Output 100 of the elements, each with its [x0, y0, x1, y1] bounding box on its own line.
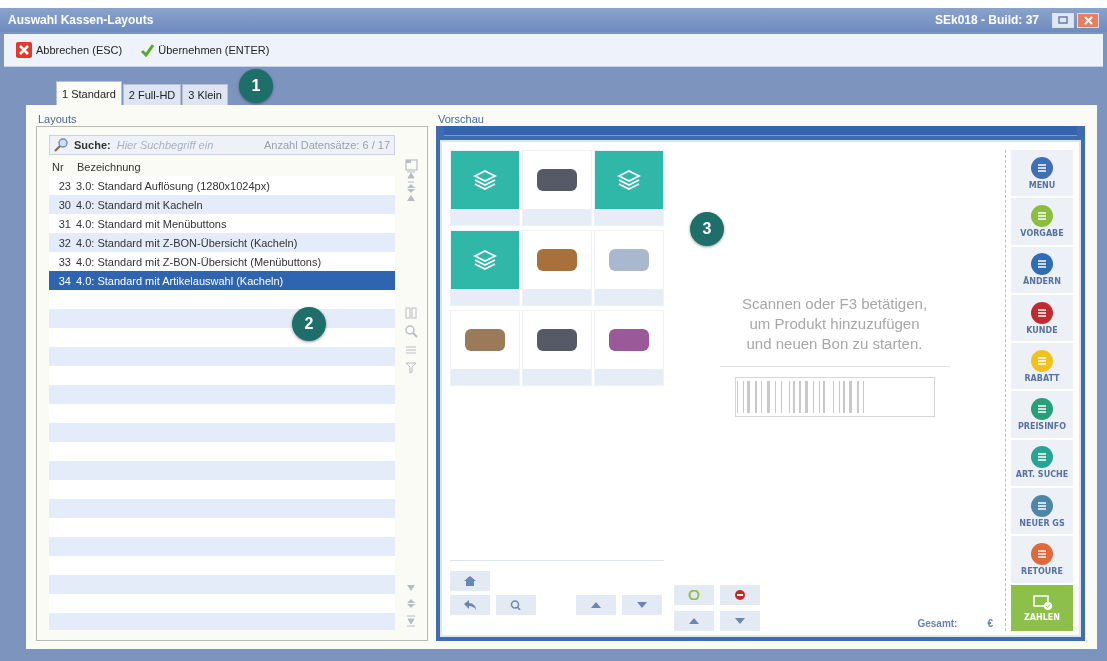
checkmark-icon — [140, 43, 155, 57]
function-button[interactable]: MENU — [1011, 150, 1073, 197]
page-down-icon — [406, 598, 416, 609]
scroll-up-icon — [688, 616, 700, 626]
scroll-down-icon — [636, 600, 648, 610]
glyph-icon — [1036, 306, 1048, 319]
product-tile[interactable] — [594, 150, 664, 226]
up-arrow-icon — [406, 194, 416, 202]
table-cell-text: 4.0: Standard mit Menübuttons — [76, 217, 228, 230]
function-button[interactable]: RABATT — [1011, 343, 1073, 390]
glyph-icon — [1036, 548, 1048, 560]
remove-button[interactable] — [720, 585, 760, 605]
accept-button[interactable]: Übernehmen (ENTER) — [138, 41, 272, 59]
down-arrow-icon — [406, 584, 416, 592]
tab[interactable]: 1 Standard — [56, 81, 122, 105]
tile-label-bar — [595, 289, 663, 305]
glyph-icon — [1036, 403, 1048, 416]
product-tile[interactable] — [522, 150, 592, 226]
remove-icon — [734, 590, 746, 600]
table-cell-text: 34 — [57, 274, 72, 287]
layers-icon — [473, 249, 497, 271]
product-tile[interactable] — [594, 310, 664, 386]
function-button[interactable]: RETOURE — [1011, 536, 1073, 583]
tile-label-bar — [523, 209, 591, 225]
cancel-button[interactable]: Abbrechen (ESC) — [14, 40, 125, 60]
tile-label-bar — [451, 209, 519, 225]
close-icon — [16, 42, 32, 58]
scroll-down-button[interactable] — [720, 611, 760, 631]
tab[interactable]: 3 Klein — [182, 84, 228, 105]
table-row[interactable]: 33 4.0: Standard mit Z-BON-Übersicht (Menübuttons) — [49, 252, 395, 271]
total-label: Gesamt: — [917, 618, 958, 629]
last-record-icon — [406, 615, 416, 627]
scroll-up-button[interactable] — [674, 611, 714, 631]
photo-placeholder — [537, 169, 577, 191]
glyph-icon — [1036, 161, 1048, 174]
table-row[interactable]: 31 4.0: Standard mit Menübuttons — [49, 214, 395, 233]
search-field[interactable]: Hier Suchbegriff ein — [116, 139, 259, 151]
back-icon — [464, 600, 476, 610]
search-icon — [54, 138, 68, 152]
function-button[interactable]: VORGABE — [1011, 198, 1073, 245]
photo-placeholder — [537, 329, 577, 351]
product-tile[interactable] — [450, 310, 520, 386]
grid-icon[interactable] — [405, 307, 417, 319]
back-button[interactable] — [450, 595, 490, 615]
tile-label-bar — [523, 289, 591, 305]
tile-label-bar — [595, 369, 663, 385]
product-tile[interactable] — [522, 310, 592, 386]
column-header[interactable]: Bezeichnung — [77, 160, 395, 173]
add-button[interactable] — [674, 585, 714, 605]
window-title: Auswahl Kassen-Layouts — [8, 13, 155, 27]
table-cell-text: 23 — [57, 179, 72, 192]
callout-number: 2 — [304, 315, 314, 333]
product-tile[interactable] — [450, 230, 520, 306]
columns-icon — [404, 159, 418, 171]
product-tile[interactable] — [450, 150, 520, 226]
table-cell-text: 30 — [57, 198, 72, 211]
filter-icon[interactable] — [405, 362, 417, 374]
search-label: Suche: — [74, 139, 111, 151]
glyph-icon — [1036, 451, 1048, 464]
function-button[interactable]: NEUER GS — [1011, 488, 1073, 535]
close-button[interactable] — [1077, 12, 1099, 28]
restore-button[interactable] — [1052, 12, 1074, 28]
table-cell-text: 4.0: Standard mit Z-BON-Übersicht (Menübuttons) — [76, 255, 323, 268]
column-header[interactable]: Nr — [49, 160, 77, 173]
layers-icon — [617, 169, 641, 191]
home-button[interactable] — [450, 571, 490, 591]
add-icon — [688, 590, 700, 600]
table-cell-text: 31 — [57, 217, 72, 230]
search-icon — [510, 600, 522, 610]
tab[interactable]: 2 Full-HD — [122, 84, 182, 105]
function-button[interactable]: KUNDE — [1011, 294, 1073, 342]
scroll-up-icon — [590, 600, 602, 610]
scan-hint: Scannen oder F3 betätigen, um Produkt hinzuzufügen und neuen Bon zu starten. — [741, 294, 928, 354]
home-icon — [464, 576, 476, 586]
photo-placeholder — [537, 249, 577, 271]
search-button[interactable] — [496, 595, 536, 615]
callout-number: 1 — [251, 77, 261, 95]
close-icon — [1083, 15, 1093, 25]
currency-symbol: € — [987, 618, 993, 629]
scroll-down-icon — [734, 616, 746, 626]
cash-register-icon — [1031, 593, 1053, 612]
product-tile[interactable] — [594, 230, 664, 306]
function-button[interactable]: PREISINFO — [1011, 391, 1073, 438]
glyph-icon — [1036, 354, 1048, 367]
tile-label-bar — [451, 369, 519, 385]
table-row[interactable]: 34 4.0: Standard mit Artikelauswahl (Kacheln) — [49, 271, 395, 290]
table-cell-text: 32 — [57, 236, 72, 249]
callout-number: 3 — [702, 220, 712, 238]
record-count: Anzahl Datensätze: 6 / 17 — [264, 139, 390, 151]
glyph-icon — [1036, 209, 1048, 222]
table-row[interactable]: 23 3.0: Standard Auflösung (1280x1024px) — [49, 176, 395, 195]
tile-label-bar — [451, 289, 519, 305]
function-button[interactable]: ART. SUCHE — [1011, 439, 1073, 487]
photo-placeholder — [465, 329, 505, 351]
first-record-icon — [406, 171, 416, 183]
scroll-down-button[interactable] — [622, 595, 662, 615]
product-tile[interactable] — [522, 230, 592, 306]
scroll-up-button[interactable] — [576, 595, 616, 615]
search-icon[interactable] — [404, 325, 418, 338]
function-button[interactable]: ÄNDERN — [1011, 246, 1073, 293]
